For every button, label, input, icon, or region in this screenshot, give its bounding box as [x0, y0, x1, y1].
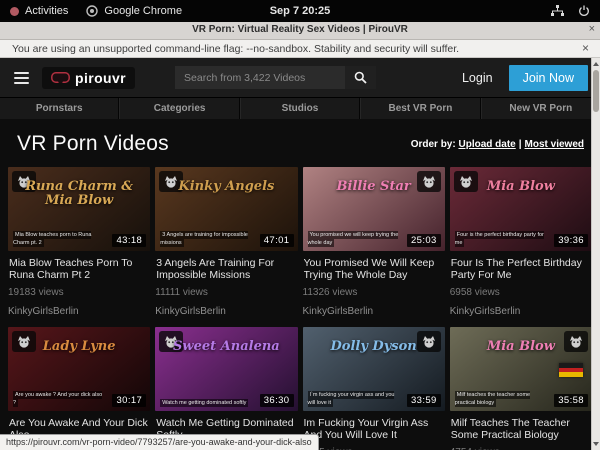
tab-title[interactable]: VR Porn: Virtual Reality Sex Videos | Pi… — [0, 24, 600, 35]
video-thumbnail[interactable]: Billie Star You promised we will keep tr… — [303, 167, 445, 251]
video-studio-link[interactable]: KinkyGirlsBerlin — [155, 306, 297, 317]
order-by-most-viewed-link[interactable]: Most viewed — [525, 139, 584, 150]
video-studio-link[interactable]: KinkyGirlsBerlin — [450, 306, 592, 317]
video-views: 11326 views — [303, 287, 445, 298]
video-card[interactable]: Kinky Angels 3 Angels are training for i… — [155, 167, 297, 317]
nav-item-pornstars[interactable]: Pornstars — [0, 98, 119, 119]
video-title-link[interactable]: Four Is The Perfect Birthday Party For M… — [451, 257, 591, 282]
warning-close-icon[interactable]: × — [582, 41, 589, 55]
video-views: 6958 views — [450, 287, 592, 298]
video-thumbnail[interactable]: Mia Blow Four is the perfect birthday pa… — [450, 167, 592, 251]
video-card[interactable]: Mia Blow Milf teaches the teacher some p… — [450, 327, 592, 450]
performer-name-overlay: Dolly Dyson — [303, 340, 445, 354]
order-by-separator: | — [519, 139, 522, 150]
video-thumbnail[interactable]: Mia Blow Milf teaches the teacher some p… — [450, 327, 592, 411]
power-icon[interactable] — [578, 5, 590, 17]
video-views: 19183 views — [8, 287, 150, 298]
performer-name-overlay: Sweet Analena — [155, 340, 297, 354]
search-bar — [175, 66, 376, 89]
duration-badge: 35:58 — [554, 394, 588, 407]
tab-close-icon[interactable]: × — [589, 23, 595, 35]
order-by: Order by: Upload date |Most viewed — [411, 139, 584, 150]
search-icon — [354, 71, 367, 84]
thumbnail-caption: Four is the perfect birthday party for m… — [455, 231, 546, 248]
search-button[interactable] — [345, 66, 376, 89]
performer-name-overlay: Runa Charm & Mia Blow — [8, 180, 150, 209]
nav-item-studios[interactable]: Studios — [240, 98, 360, 119]
video-views: 11111 views — [155, 287, 297, 298]
browser-tab-bar: VR Porn: Virtual Reality Sex Videos | Pi… — [0, 22, 600, 40]
vr-goggles-icon — [51, 72, 70, 83]
nav-item-best-vr-porn[interactable]: Best VR Porn — [360, 98, 480, 119]
scrollbar-thumb[interactable] — [593, 70, 599, 112]
video-card[interactable]: Lady Lyne Are you awake ? And your dick … — [8, 327, 150, 450]
thumbnail-caption: You promised we will keep trying the who… — [308, 231, 399, 248]
thumbnail-caption: I`m fucking your virgin ass and you will… — [308, 391, 399, 408]
video-title-link[interactable]: Im Fucking Your Virgin Ass And You Will … — [304, 417, 444, 442]
video-title-link[interactable]: Mia Blow Teaches Porn To Runa Charm Pt 2 — [9, 257, 149, 282]
thumbnail-caption: Milf teaches the teacher some practical … — [455, 391, 546, 408]
video-studio-link[interactable]: KinkyGirlsBerlin — [303, 306, 445, 317]
video-title-link[interactable]: You Promised We Will Keep Trying The Who… — [304, 257, 444, 282]
video-thumbnail[interactable]: Sweet Analena Watch me getting dominated… — [155, 327, 297, 411]
performer-name-overlay: Mia Blow — [450, 180, 592, 194]
login-button[interactable]: Login — [462, 71, 493, 85]
video-thumbnail[interactable]: Runa Charm & Mia Blow Mia Blow teaches p… — [8, 167, 150, 251]
video-studio-link[interactable]: KinkyGirlsBerlin — [8, 306, 150, 317]
menu-hamburger-icon[interactable] — [14, 72, 29, 84]
warning-text: You are using an unsupported command-lin… — [0, 43, 459, 55]
screen: Activities Google Chrome Sep 7 20:25 — [0, 0, 600, 450]
thumbnail-caption: Are you awake ? And your dick also ? — [13, 391, 104, 408]
scroll-down-icon[interactable] — [593, 442, 599, 446]
video-card[interactable]: Runa Charm & Mia Blow Mia Blow teaches p… — [8, 167, 150, 317]
video-title-link[interactable]: 3 Angels Are Training For Impossible Mis… — [156, 257, 296, 282]
order-by-upload-date-link[interactable]: Upload date — [458, 139, 515, 150]
performer-name-overlay: Lady Lyne — [8, 340, 150, 354]
video-grid: Runa Charm & Mia Blow Mia Blow teaches p… — [0, 167, 600, 450]
duration-badge: 36:30 — [260, 394, 294, 407]
duration-badge: 39:36 — [554, 234, 588, 247]
nav-item-categories[interactable]: Categories — [119, 98, 239, 119]
video-card[interactable]: Mia Blow Four is the perfect birthday pa… — [450, 167, 592, 317]
network-icon[interactable] — [551, 5, 564, 17]
order-by-label: Order by: — [411, 139, 456, 150]
join-now-button[interactable]: Join Now — [509, 65, 588, 91]
performer-name-overlay: Kinky Angels — [155, 180, 297, 194]
performer-name-overlay: Mia Blow — [450, 340, 592, 354]
link-preview-status-bar: https://pirouvr.com/vr-porn-video/779325… — [0, 434, 319, 450]
duration-badge: 30:17 — [112, 394, 146, 407]
main-nav: PornstarsCategoriesStudiosBest VR PornNe… — [0, 97, 600, 119]
video-card[interactable]: Dolly Dyson I`m fucking your virgin ass … — [303, 327, 445, 450]
thumbnail-caption: 3 Angels are training for impossible mis… — [160, 231, 251, 248]
video-thumbnail[interactable]: Lady Lyne Are you awake ? And your dick … — [8, 327, 150, 411]
scrollbar[interactable] — [591, 58, 600, 450]
video-card[interactable]: Billie Star You promised we will keep tr… — [303, 167, 445, 317]
site-logo-text: pirouvr — [75, 70, 126, 86]
gnome-top-bar: Activities Google Chrome Sep 7 20:25 — [0, 0, 600, 22]
clock[interactable]: Sep 7 20:25 — [0, 5, 600, 17]
video-card[interactable]: Sweet Analena Watch me getting dominated… — [155, 327, 297, 450]
site-logo[interactable]: pirouvr — [42, 67, 135, 89]
thumbnail-caption: Mia Blow teaches porn to Runa Charm pt. … — [13, 231, 104, 248]
thumbnail-caption: Watch me getting dominated softly — [160, 399, 251, 407]
heading-row: VR Porn Videos Order by: Upload date |Mos… — [0, 119, 600, 167]
duration-badge: 33:59 — [407, 394, 441, 407]
site-header: pirouvr Login Join Now — [0, 58, 600, 97]
duration-badge: 25:03 — [407, 234, 441, 247]
browser-viewport: pirouvr Login Join Now PornstarsCategori… — [0, 58, 600, 450]
nav-item-new-vr-porn[interactable]: New VR Porn — [481, 98, 600, 119]
performer-name-overlay: Billie Star — [303, 180, 445, 194]
sandbox-warning-bar: You are using an unsupported command-lin… — [0, 40, 600, 58]
video-title-link[interactable]: Milf Teaches The Teacher Some Practical … — [451, 417, 591, 442]
duration-badge: 47:01 — [260, 234, 294, 247]
search-input[interactable] — [175, 66, 345, 89]
scroll-up-icon[interactable] — [593, 62, 599, 66]
page-title: VR Porn Videos — [17, 132, 169, 156]
video-thumbnail[interactable]: Dolly Dyson I`m fucking your virgin ass … — [303, 327, 445, 411]
video-thumbnail[interactable]: Kinky Angels 3 Angels are training for i… — [155, 167, 297, 251]
german-flag-icon — [559, 363, 583, 377]
duration-badge: 43:18 — [112, 234, 146, 247]
